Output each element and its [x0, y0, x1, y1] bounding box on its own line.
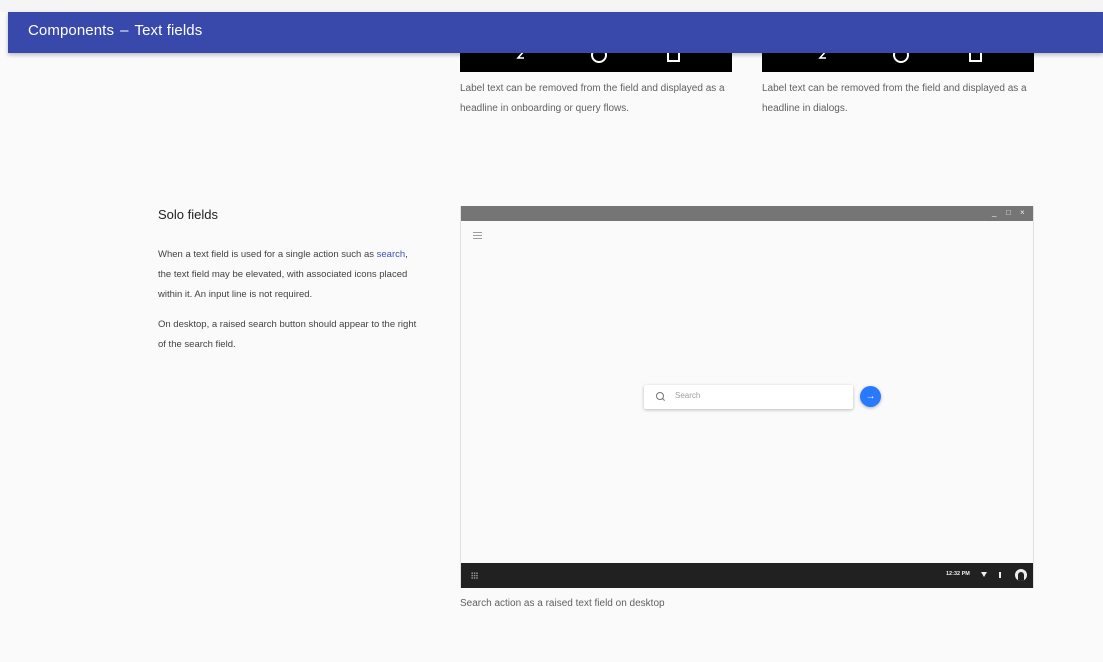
home-circle-icon	[591, 53, 607, 63]
breadcrumb-page: Text fields	[134, 22, 203, 39]
paragraph-line: the text field may be elevated, with ass…	[158, 269, 408, 280]
avatar	[1015, 569, 1027, 581]
desktop-example-image: _ □ × Search → 12:32 PM	[460, 206, 1034, 588]
menu-icon	[473, 232, 482, 241]
taskbar: 12:32 PM	[461, 563, 1033, 588]
app-bar-title: Components – Text fields	[28, 22, 202, 39]
section-paragraph-1: When a text field is used for a single a…	[158, 245, 438, 305]
app-launcher-icon	[471, 572, 478, 579]
close-icon: ×	[1020, 208, 1025, 217]
back-triangle-icon	[516, 53, 524, 59]
phone-example-image-onboarding	[460, 53, 732, 72]
window-title-bar: _ □ ×	[461, 206, 1033, 221]
battery-icon	[999, 572, 1001, 578]
search-link[interactable]: search	[377, 249, 406, 260]
section-paragraph-2: On desktop, a raised search button shoul…	[158, 315, 438, 355]
app-bar: Components – Text fields	[8, 12, 1103, 53]
maximize-icon: □	[1006, 208, 1011, 217]
breadcrumb-separator: –	[120, 22, 129, 39]
taskbar-clock: 12:32 PM	[946, 571, 970, 577]
paragraph-line: within it. An input line is not required…	[158, 289, 313, 300]
arrow-right-icon: →	[865, 391, 876, 402]
home-circle-icon	[893, 53, 909, 63]
phone-example-image-dialogs	[762, 53, 1034, 72]
search-field: Search	[644, 385, 853, 409]
paragraph-line: When a text field is used for a single a…	[158, 249, 408, 260]
wifi-icon	[981, 572, 987, 577]
breadcrumb-section[interactable]: Components	[28, 22, 114, 39]
search-submit-button: →	[860, 386, 881, 407]
search-icon	[656, 392, 664, 400]
recents-square-icon	[969, 53, 982, 62]
minimize-icon: _	[992, 208, 997, 217]
caption-desktop-example: Search action as a raised text field on …	[460, 598, 665, 609]
search-placeholder: Search	[675, 391, 701, 400]
paragraph-line: On desktop, a raised search button shoul…	[158, 319, 417, 330]
top-strip	[0, 0, 1103, 12]
caption-dialogs: Label text can be removed from the field…	[762, 83, 1027, 114]
section-title-solo-fields: Solo fields	[158, 207, 218, 222]
recents-square-icon	[667, 53, 680, 62]
paragraph-line: of the search field.	[158, 339, 236, 350]
caption-onboarding: Label text can be removed from the field…	[460, 83, 725, 114]
back-triangle-icon	[818, 53, 826, 59]
